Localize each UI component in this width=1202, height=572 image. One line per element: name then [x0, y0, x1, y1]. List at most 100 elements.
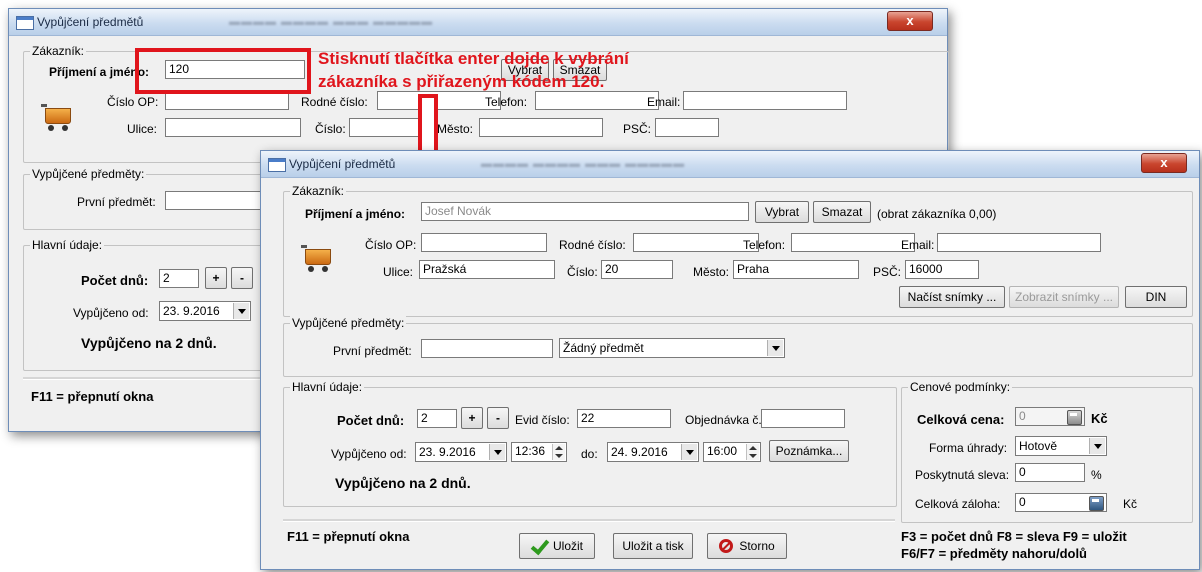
- from-time-input[interactable]: 12:36: [511, 442, 567, 462]
- evid-label: Evid číslo:: [515, 413, 570, 427]
- save-button[interactable]: Uložit: [519, 533, 595, 559]
- cancel-button[interactable]: Storno: [707, 533, 787, 559]
- front-first-item-input[interactable]: [421, 339, 553, 358]
- back-phone-input[interactable]: [535, 91, 659, 110]
- calculator-icon[interactable]: [1067, 410, 1082, 425]
- order-label: Objednávka č.: [685, 413, 762, 427]
- checkmark-icon: [531, 539, 549, 553]
- front-select-button[interactable]: Vybrat: [755, 201, 809, 223]
- discount-label: Poskytnutá sleva:: [915, 468, 1010, 482]
- to-date-picker[interactable]: 24. 9.2016: [607, 442, 699, 462]
- payment-select[interactable]: Hotově: [1015, 436, 1107, 456]
- deposit-label: Celková záloha:: [915, 497, 1001, 511]
- street-label: Ulice:: [127, 122, 158, 136]
- note-button[interactable]: Poznámka...: [769, 440, 849, 462]
- first-item-label: První předmět:: [77, 195, 156, 209]
- front-name-input[interactable]: Josef Novák: [421, 202, 749, 221]
- discount-input[interactable]: 0: [1015, 463, 1085, 482]
- from-date-picker[interactable]: 23. 9.2016: [415, 442, 507, 462]
- item-select[interactable]: Žádný předmět: [559, 338, 785, 358]
- back-city-input[interactable]: [479, 118, 603, 137]
- email-label: Email:: [901, 238, 935, 252]
- from-label: Vypůjčeno od:: [331, 447, 407, 461]
- name-label: Příjmení a jméno:: [305, 207, 406, 221]
- birth-label: Rodné číslo:: [559, 238, 626, 252]
- din-button[interactable]: DIN: [1125, 286, 1187, 308]
- back-minus-button[interactable]: -: [231, 267, 253, 289]
- total-price-input[interactable]: 0: [1015, 407, 1085, 426]
- calculator-icon[interactable]: [1089, 496, 1104, 511]
- blurred-menu-icon: ▬▬▬▬ ▬▬▬▬ ▬▬▬ ▬▬▬▬▬: [229, 16, 434, 28]
- front-number-input[interactable]: 20: [601, 260, 673, 279]
- group-label: Zákazník:: [290, 184, 347, 198]
- cart-icon: [41, 102, 73, 134]
- order-input[interactable]: [761, 409, 845, 428]
- front-phone-input[interactable]: [791, 233, 915, 252]
- days-summary: Vypůjčeno na 2 dnů.: [81, 335, 217, 351]
- zip-label: PSČ:: [623, 122, 652, 136]
- percent-label: %: [1091, 468, 1102, 482]
- group-label: Hlavní údaje:: [30, 238, 105, 252]
- id-label: Číslo OP:: [107, 95, 159, 109]
- front-city-input[interactable]: Praha: [733, 260, 859, 279]
- blurred-menu-icon: ▬▬▬▬ ▬▬▬▬ ▬▬▬ ▬▬▬▬▬: [481, 158, 686, 170]
- window-icon: [268, 158, 286, 172]
- phone-label: Telefon:: [743, 238, 786, 252]
- show-photos-button[interactable]: Zobrazit snímky ...: [1009, 286, 1119, 308]
- back-plus-button[interactable]: +: [205, 267, 227, 289]
- group-label: Cenové podmínky:: [908, 380, 1013, 394]
- birth-label: Rodné číslo:: [301, 95, 368, 109]
- divider: [283, 519, 895, 522]
- back-days-input[interactable]: 2: [159, 269, 199, 288]
- phone-label: Telefon:: [485, 95, 528, 109]
- back-email-input[interactable]: [683, 91, 847, 110]
- days-label: Počet dnů:: [81, 273, 149, 288]
- zip-label: PSČ:: [873, 265, 902, 279]
- evid-input[interactable]: 22: [577, 409, 671, 428]
- front-window-title: Vypůjčení předmětů: [289, 157, 396, 171]
- payment-label: Forma úhrady:: [929, 441, 1008, 455]
- chevron-down-icon[interactable]: [767, 340, 783, 356]
- front-email-input[interactable]: [937, 233, 1101, 252]
- front-clear-button[interactable]: Smazat: [813, 201, 871, 223]
- front-street-input[interactable]: Pražská: [419, 260, 555, 279]
- save-print-button[interactable]: Uložit a tisk: [613, 533, 693, 559]
- chevron-down-icon[interactable]: [233, 303, 249, 319]
- first-item-label: První předmět:: [333, 344, 412, 358]
- front-id-input[interactable]: [421, 233, 547, 252]
- customer-turnover: (obrat zákazníka 0,00): [877, 207, 997, 221]
- group-label: Vypůjčené předměty:: [290, 316, 407, 330]
- back-from-date-picker[interactable]: 23. 9.2016: [159, 301, 251, 321]
- shortcut-hints-line-1: F3 = počet dnů F8 = sleva F9 = uložit: [901, 529, 1127, 544]
- spinner-icon[interactable]: [746, 444, 759, 460]
- from-label: Vypůjčeno od:: [73, 306, 149, 320]
- days-summary: Vypůjčeno na 2 dnů.: [335, 475, 471, 491]
- group-label: Zákazník:: [30, 44, 87, 58]
- annotation-text-line-2: zákazníka s přiřazeným kódem 120.: [318, 72, 605, 91]
- front-zip-input[interactable]: 16000: [905, 260, 979, 279]
- f11-hint: F11 = přepnutí okna: [287, 529, 410, 544]
- front-minus-button[interactable]: -: [487, 407, 509, 429]
- front-days-input[interactable]: 2: [417, 409, 457, 428]
- back-titlebar: Vypůjčení předmětů ▬▬▬▬ ▬▬▬▬ ▬▬▬ ▬▬▬▬▬ x: [9, 9, 947, 36]
- front-close-button[interactable]: x: [1141, 153, 1187, 173]
- load-photos-button[interactable]: Načíst snímky ...: [899, 286, 1005, 308]
- spinner-icon[interactable]: [552, 444, 565, 460]
- currency-label: Kč: [1123, 497, 1138, 511]
- deposit-input[interactable]: 0: [1015, 493, 1107, 512]
- cart-icon: [301, 243, 333, 275]
- back-street-input[interactable]: [165, 118, 301, 137]
- front-birth-input[interactable]: [633, 233, 759, 252]
- window-icon: [16, 16, 34, 30]
- front-plus-button[interactable]: +: [461, 407, 483, 429]
- chevron-down-icon[interactable]: [1089, 438, 1105, 454]
- chevron-down-icon[interactable]: [489, 444, 505, 460]
- back-close-button[interactable]: x: [887, 11, 933, 31]
- total-price-label: Celková cena:: [917, 412, 1005, 427]
- back-zip-input[interactable]: [655, 118, 719, 137]
- chevron-down-icon[interactable]: [681, 444, 697, 460]
- to-time-input[interactable]: 16:00: [703, 442, 761, 462]
- f11-hint: F11 = přepnutí okna: [31, 389, 154, 404]
- group-label: Hlavní údaje:: [290, 380, 365, 394]
- group-label: Vypůjčené předměty:: [30, 167, 147, 181]
